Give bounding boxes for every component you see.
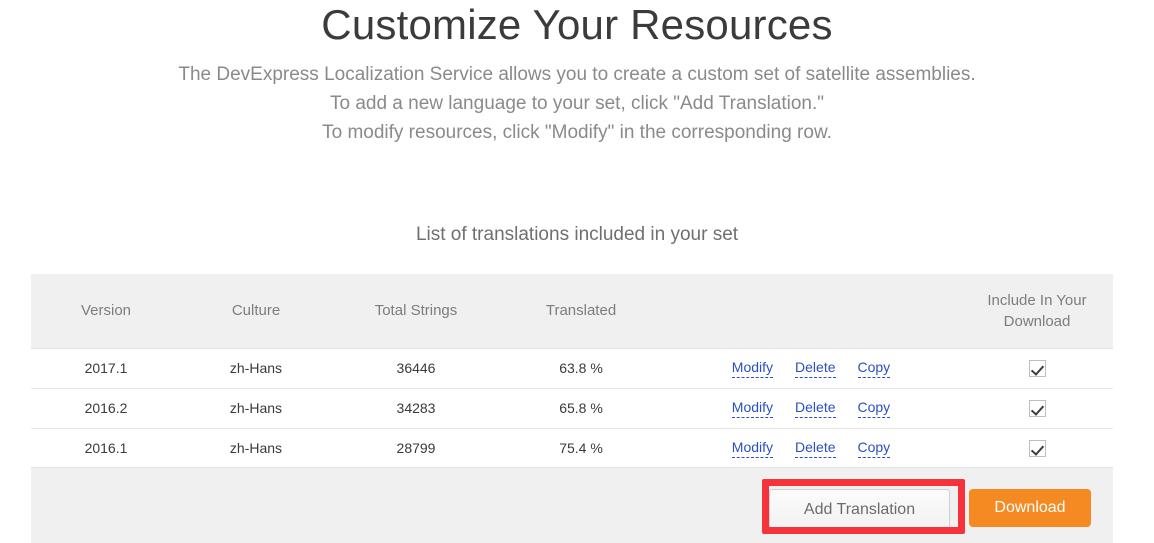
column-header-version: Version <box>31 274 181 348</box>
column-header-total-strings: Total Strings <box>331 274 501 348</box>
column-header-actions <box>661 274 961 348</box>
download-button[interactable]: Download <box>969 489 1091 527</box>
cell-actions: Modify Delete Copy <box>661 347 961 388</box>
cell-actions: Modify Delete Copy <box>661 387 961 428</box>
cell-include-checkbox <box>961 427 1113 469</box>
table-head: Version Culture Total Strings Translated… <box>31 274 1113 348</box>
copy-link[interactable]: Copy <box>857 399 891 418</box>
copy-link[interactable]: Copy <box>857 439 891 458</box>
modify-link[interactable]: Modify <box>731 359 774 378</box>
cell-version: 2017.1 <box>31 347 181 388</box>
translations-table-container: Version Culture Total Strings Translated… <box>31 274 1113 469</box>
action-link-group: Modify Delete Copy <box>661 439 961 458</box>
page-subtitle-line-3: To modify resources, click "Modify" in t… <box>322 122 832 143</box>
modify-link[interactable]: Modify <box>731 439 774 458</box>
modify-link[interactable]: Modify <box>731 399 774 418</box>
page-title: Customize Your Resources <box>321 1 833 48</box>
cell-actions: Modify Delete Copy <box>661 427 961 469</box>
copy-link[interactable]: Copy <box>857 359 891 378</box>
include-in-download-checkbox[interactable] <box>1028 399 1046 417</box>
table-header-row: Version Culture Total Strings Translated… <box>31 274 1113 348</box>
table-row: 2016.2 zh-Hans 34283 65.8 % Modify Delet… <box>31 387 1113 428</box>
cell-include-checkbox <box>961 347 1113 388</box>
page-subtitle-line-1: The DevExpress Localization Service allo… <box>178 64 976 85</box>
cell-total-strings: 34283 <box>331 387 501 428</box>
delete-link[interactable]: Delete <box>795 439 836 458</box>
cell-translated: 63.8 % <box>501 347 661 388</box>
translations-table: Version Culture Total Strings Translated… <box>31 274 1113 469</box>
table-body: 2017.1 zh-Hans 36446 63.8 % Modify Delet… <box>31 347 1113 469</box>
action-link-group: Modify Delete Copy <box>661 399 961 418</box>
include-in-download-checkbox[interactable] <box>1028 439 1046 457</box>
cell-culture: zh-Hans <box>181 387 331 428</box>
cell-total-strings: 28799 <box>331 427 501 469</box>
cell-culture: zh-Hans <box>181 347 331 388</box>
column-header-culture: Culture <box>181 274 331 348</box>
table-footer-bar: Add Translation Download <box>31 467 1113 543</box>
add-translation-button[interactable]: Add Translation <box>769 489 950 530</box>
cell-include-checkbox <box>961 387 1113 428</box>
cell-version: 2016.1 <box>31 427 181 469</box>
page-subtitle-line-2: To add a new language to your set, click… <box>329 93 825 114</box>
delete-link[interactable]: Delete <box>795 399 836 418</box>
cell-culture: zh-Hans <box>181 427 331 469</box>
cell-translated: 75.4 % <box>501 427 661 469</box>
delete-link[interactable]: Delete <box>795 359 836 378</box>
page-header: Customize Your Resources The DevExpress … <box>0 0 1154 147</box>
column-header-include-in-download: Include In Your Download <box>961 274 1113 348</box>
section-heading: List of translations included in your se… <box>415 224 739 245</box>
table-row: 2016.1 zh-Hans 28799 75.4 % Modify Delet… <box>31 427 1113 469</box>
cell-total-strings: 36446 <box>331 347 501 388</box>
table-row: 2017.1 zh-Hans 36446 63.8 % Modify Delet… <box>31 347 1113 388</box>
include-in-download-checkbox[interactable] <box>1028 359 1046 377</box>
cell-translated: 65.8 % <box>501 387 661 428</box>
action-link-group: Modify Delete Copy <box>661 359 961 378</box>
column-header-translated: Translated <box>501 274 661 348</box>
cell-version: 2016.2 <box>31 387 181 428</box>
